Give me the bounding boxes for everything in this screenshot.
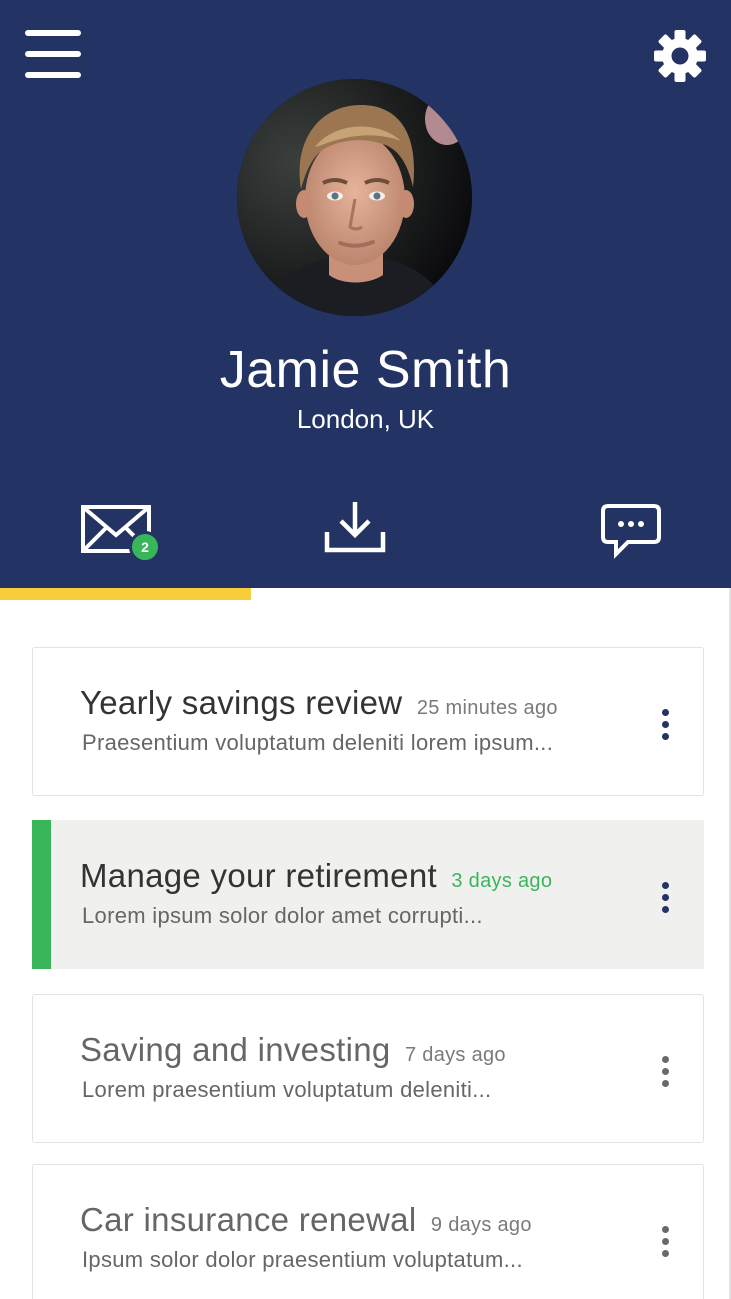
message-title: Saving and investing xyxy=(80,1031,391,1068)
unread-indicator-bar xyxy=(32,820,51,969)
message-card[interactable]: Saving and investing 7 days ago Lorem pr… xyxy=(32,994,704,1143)
message-timestamp: 3 days ago xyxy=(451,870,553,892)
message-preview: Ipsum solor dolor praesentium voluptatum… xyxy=(82,1247,523,1272)
message-title: Yearly savings review xyxy=(80,684,403,721)
avatar xyxy=(237,79,472,316)
message-title: Manage your retirement xyxy=(80,857,437,894)
more-options-icon[interactable] xyxy=(655,880,675,916)
tab-downloads[interactable] xyxy=(318,496,392,566)
tab-chat[interactable] xyxy=(598,496,664,566)
message-card-selected[interactable]: Manage your retirement 3 days ago Lorem … xyxy=(32,820,704,969)
message-title-row: Manage your retirement 3 days ago xyxy=(80,857,552,895)
profile-location: London, UK xyxy=(296,404,435,434)
tab-inbox[interactable]: 2 xyxy=(80,496,170,566)
message-title-row: Car insurance renewal 9 days ago xyxy=(80,1201,532,1239)
message-title: Car insurance renewal xyxy=(80,1201,417,1238)
message-title-row: Saving and investing 7 days ago xyxy=(80,1031,506,1069)
download-icon xyxy=(324,502,386,553)
message-timestamp: 25 minutes ago xyxy=(416,697,558,719)
gear-icon[interactable] xyxy=(653,29,707,83)
message-title-row: Yearly savings review 25 minutes ago xyxy=(80,684,558,722)
more-options-icon[interactable] xyxy=(655,1054,675,1090)
more-options-icon[interactable] xyxy=(655,1224,675,1260)
message-timestamp: 9 days ago xyxy=(430,1214,532,1236)
message-card[interactable]: Car insurance renewal 9 days ago Ipsum s… xyxy=(32,1164,704,1299)
message-preview: Lorem praesentium voluptatum deleniti... xyxy=(82,1077,492,1102)
unread-count-badge: 2 xyxy=(129,531,161,563)
message-timestamp: 7 days ago xyxy=(405,1044,506,1066)
chat-bubble-icon xyxy=(601,504,661,559)
profile-header: Jamie Smith London, UK 2 xyxy=(0,0,731,588)
profile-name: Jamie Smith xyxy=(219,341,512,399)
message-preview: Lorem ipsum solor dolor amet corrupti... xyxy=(82,903,483,928)
message-preview: Praesentium voluptatum deleniti lorem ip… xyxy=(82,730,554,755)
hamburger-menu-icon[interactable] xyxy=(25,30,81,80)
more-options-icon[interactable] xyxy=(655,707,675,743)
active-tab-indicator xyxy=(0,588,251,600)
message-card[interactable]: Yearly savings review 25 minutes ago Pra… xyxy=(32,647,704,796)
